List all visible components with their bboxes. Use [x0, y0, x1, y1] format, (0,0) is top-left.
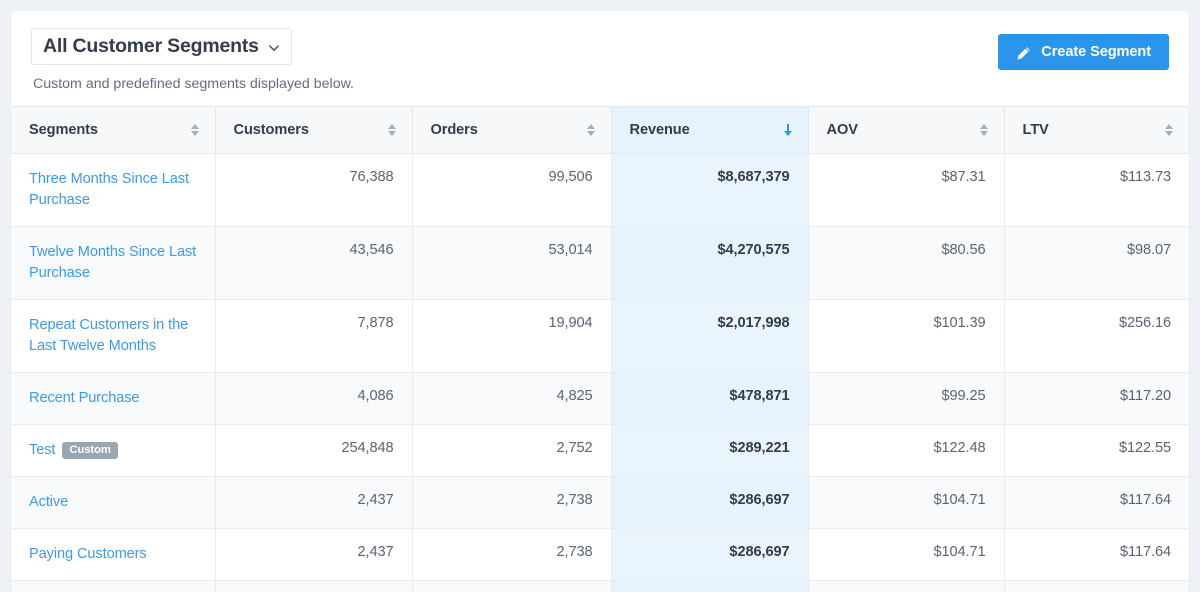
segment-link[interactable]: Three Months Since Last Purchase: [29, 171, 189, 208]
cell-orders: 53,014: [412, 226, 612, 300]
cell-revenue: $286,697: [611, 476, 809, 529]
segments-table-wrapper: Segments Customers Orders Revenue AOV LT…: [11, 106, 1189, 592]
sort-desc-arrow-icon[interactable]: [782, 122, 794, 138]
cell-orders: 99,506: [412, 153, 612, 227]
cell-aov: $80.56: [808, 226, 1005, 300]
create-segment-label: Create Segment: [1041, 44, 1151, 60]
pencil-icon: [1016, 46, 1031, 61]
cell-aov: $122.48: [808, 424, 1005, 477]
cell-ltv: $117.20: [1004, 372, 1189, 425]
sort-both-icon[interactable]: [386, 122, 398, 138]
card-header: All Customer Segments Custom and predefi…: [11, 11, 1189, 106]
cell-revenue: $289,221: [611, 424, 809, 477]
cell-customers: 7,878: [215, 299, 413, 373]
cell-segment: Repeat Customers in the Last Twelve Mont…: [11, 299, 216, 373]
header-left: All Customer Segments Custom and predefi…: [31, 28, 354, 93]
cell-ltv: $117.64: [1004, 528, 1189, 581]
cell-orders: 2,752: [412, 424, 612, 477]
segments-table: Segments Customers Orders Revenue AOV LT…: [11, 107, 1189, 592]
cell-ltv: $158.02: [1004, 580, 1189, 592]
cell-ltv: $122.55: [1004, 424, 1189, 477]
cell-revenue: $286,697: [611, 528, 809, 581]
cell-customers: 43,546: [215, 226, 413, 300]
table-row: Paying Customers 2,437 2,738 $286,697 $104.7…: [11, 528, 1189, 581]
cell-aov: $104.71: [808, 476, 1005, 529]
column-header-segments[interactable]: Segments: [11, 107, 216, 154]
table-head: Segments Customers Orders Revenue AOV LT…: [11, 107, 1189, 154]
chevron-down-icon: [268, 42, 280, 54]
table-row: Active 2,437 2,738 $286,697 $104.71 $117.64: [11, 476, 1189, 529]
table-row: Twelve Months Since Last Purchase 43,546 5…: [11, 226, 1189, 300]
segment-link[interactable]: Active: [29, 494, 68, 510]
segment-link[interactable]: Repeat Customers in the Last Twelve Mont…: [29, 317, 188, 354]
table-body: Three Months Since Last Purchase 76,388 99…: [11, 153, 1189, 592]
segments-card: All Customer Segments Custom and predefi…: [11, 11, 1189, 592]
cell-aov: $87.31: [808, 153, 1005, 227]
column-header-customers-label: Customers: [233, 121, 309, 138]
column-header-aov[interactable]: AOV: [808, 107, 1005, 154]
cell-revenue: $478,871: [611, 372, 809, 425]
column-header-ltv-label: LTV: [1022, 121, 1049, 138]
column-header-orders-label: Orders: [430, 121, 478, 138]
sort-both-icon[interactable]: [585, 122, 597, 138]
table-row: High AOV1,4931,794$235,917$131.50$158.02: [11, 580, 1189, 592]
segment-link[interactable]: Twelve Months Since Last Purchase: [29, 244, 196, 281]
cell-segment: Paying Customers: [11, 528, 216, 581]
page-title: All Customer Segments: [43, 35, 259, 57]
cell-segment: High AOV: [11, 580, 216, 592]
segment-link[interactable]: Test: [29, 442, 55, 458]
column-header-aov-label: AOV: [826, 121, 858, 138]
sort-both-icon[interactable]: [978, 122, 990, 138]
table-row: Recent Purchase 4,086 4,825 $478,871 $99.25 $…: [11, 372, 1189, 425]
create-segment-button[interactable]: Create Segment: [998, 34, 1169, 70]
table-header-row: Segments Customers Orders Revenue AOV LT…: [11, 107, 1189, 154]
sort-both-icon[interactable]: [1163, 122, 1175, 138]
page-background: All Customer Segments Custom and predefi…: [0, 0, 1200, 592]
cell-aov: $131.50: [808, 580, 1005, 592]
column-header-revenue-label: Revenue: [629, 121, 690, 138]
cell-orders: 4,825: [412, 372, 612, 425]
cell-customers: 1,493: [215, 580, 413, 592]
custom-badge: Custom: [62, 441, 118, 459]
segment-link[interactable]: Recent Purchase: [29, 390, 140, 406]
cell-aov: $101.39: [808, 299, 1005, 373]
segment-filter-dropdown[interactable]: All Customer Segments: [31, 28, 292, 65]
sort-both-icon[interactable]: [189, 122, 201, 138]
segment-link[interactable]: Paying Customers: [29, 546, 147, 562]
cell-customers: 76,388: [215, 153, 413, 227]
column-header-ltv[interactable]: LTV: [1004, 107, 1189, 154]
column-header-customers[interactable]: Customers: [215, 107, 413, 154]
cell-customers: 2,437: [215, 528, 413, 581]
cell-orders: 1,794: [412, 580, 612, 592]
cell-ltv: $256.16: [1004, 299, 1189, 373]
column-header-orders[interactable]: Orders: [412, 107, 612, 154]
cell-ltv: $98.07: [1004, 226, 1189, 300]
cell-aov: $104.71: [808, 528, 1005, 581]
cell-segment: Three Months Since Last Purchase: [11, 153, 216, 227]
page-subtitle: Custom and predefined segments displayed…: [33, 76, 354, 92]
cell-segment: Active: [11, 476, 216, 529]
cell-customers: 4,086: [215, 372, 413, 425]
cell-ltv: $117.64: [1004, 476, 1189, 529]
cell-aov: $99.25: [808, 372, 1005, 425]
cell-revenue: $235,917: [611, 580, 809, 592]
cell-orders: 2,738: [412, 476, 612, 529]
cell-segment: Twelve Months Since Last Purchase: [11, 226, 216, 300]
table-row: Three Months Since Last Purchase 76,388 99…: [11, 153, 1189, 227]
table-row: Repeat Customers in the Last Twelve Mont…: [11, 299, 1189, 373]
cell-revenue: $2,017,998: [611, 299, 809, 373]
cell-revenue: $4,270,575: [611, 226, 809, 300]
column-header-revenue[interactable]: Revenue: [611, 107, 809, 154]
cell-customers: 254,848: [215, 424, 413, 477]
table-row: Test Custom 254,848 2,752 $289,221 $122.48 $12…: [11, 424, 1189, 477]
cell-ltv: $113.73: [1004, 153, 1189, 227]
cell-segment: Recent Purchase: [11, 372, 216, 425]
cell-orders: 2,738: [412, 528, 612, 581]
cell-segment: Test Custom: [11, 424, 216, 477]
cell-orders: 19,904: [412, 299, 612, 373]
cell-revenue: $8,687,379: [611, 153, 809, 227]
column-header-segments-label: Segments: [29, 121, 98, 138]
cell-customers: 2,437: [215, 476, 413, 529]
